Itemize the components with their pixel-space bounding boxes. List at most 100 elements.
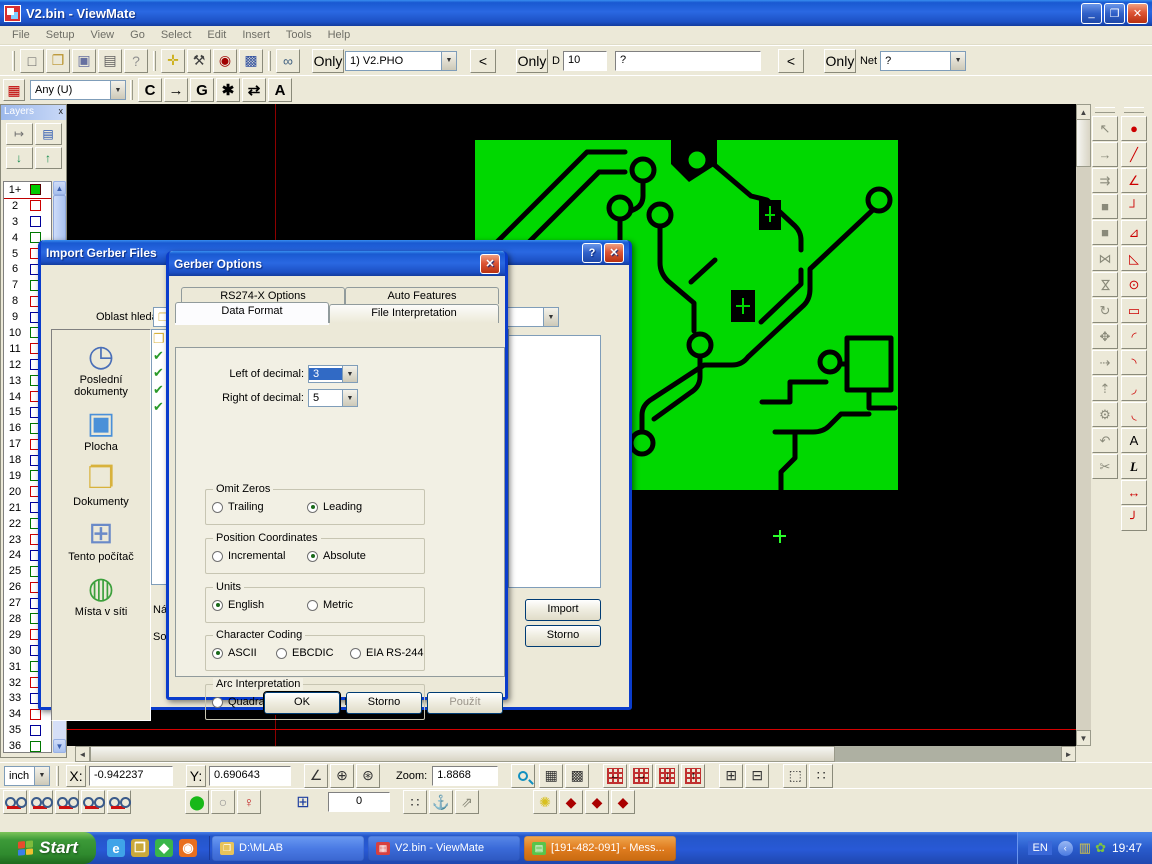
aperture-text-btn[interactable]: A [268, 78, 292, 102]
place-network[interactable]: ◍Místa v síti [53, 572, 149, 618]
rotate-icon[interactable]: ↻ [1092, 298, 1118, 323]
component-btn[interactable]: C [138, 78, 162, 102]
tab-file-interpretation[interactable]: File Interpretation [329, 304, 499, 323]
gerber-btn[interactable]: G [190, 78, 214, 102]
radio-incremental[interactable]: Incremental [212, 550, 307, 562]
layers-panel-titlebar[interactable]: Layers x [1, 105, 66, 120]
chevron-down-icon[interactable]: ▼ [34, 767, 49, 785]
close-button[interactable]: ✕ [480, 254, 500, 274]
previous-dcode-button[interactable]: < [470, 49, 496, 73]
pan-grid-down-icon[interactable]: ↓ [655, 764, 679, 788]
text-tool-icon[interactable]: A [1121, 428, 1147, 453]
tools-icon[interactable]: ⚒ [187, 49, 211, 73]
ok-button[interactable]: OK [264, 692, 340, 714]
radio-metric[interactable]: Metric [307, 599, 402, 611]
select-pointer-icon[interactable]: ↖ [1092, 116, 1118, 141]
view-dcodes-btn[interactable] [3, 790, 27, 814]
star-btn[interactable]: ✱ [216, 78, 240, 102]
label-tool-icon[interactable]: L [1121, 454, 1147, 479]
chevron-down-icon[interactable]: ▼ [950, 52, 965, 70]
preview-list[interactable] [508, 335, 601, 588]
layer-swatch[interactable] [30, 216, 41, 227]
layer-swatch[interactable] [30, 200, 41, 211]
grid-window-icon[interactable]: ⊞ [719, 764, 743, 788]
grid-dots-icon[interactable]: ∷ [403, 790, 427, 814]
menu-file[interactable]: File [4, 27, 38, 43]
menu-help[interactable]: Help [320, 27, 359, 43]
quick-help-icon[interactable]: ◆ [155, 839, 173, 857]
pan-grid-right-icon[interactable]: → [629, 764, 653, 788]
settings-gear-icon[interactable]: ⚙ [1092, 402, 1118, 427]
swap-btn[interactable]: ⇄ [242, 78, 266, 102]
print-icon[interactable]: ▤ [98, 49, 122, 73]
mirror-x-icon[interactable]: ⋈ [1092, 246, 1118, 271]
flash-burst-icon[interactable]: ✺ [533, 790, 557, 814]
menu-edit[interactable]: Edit [199, 27, 234, 43]
horizontal-scrollbar[interactable]: ◄ ► [75, 746, 1076, 762]
storno-button[interactable]: Storno [525, 625, 601, 647]
select-area-icon[interactable]: ⬚ [783, 764, 807, 788]
fill-square-alt-icon[interactable]: ■ [1092, 220, 1118, 245]
firefox-icon[interactable]: ◉ [179, 839, 197, 857]
close-icon[interactable]: x [59, 106, 64, 119]
layer-colors-icon[interactable]: ▩ [239, 49, 263, 73]
minimize-button[interactable]: _ [1081, 3, 1102, 24]
draw-corner-icon[interactable]: ┘ [1121, 194, 1147, 219]
chevron-down-icon[interactable]: ▼ [441, 52, 456, 70]
scroll-left-icon[interactable]: ◄ [75, 746, 90, 762]
probe-pin-icon[interactable]: ♀ [237, 790, 261, 814]
quick-folder-icon[interactable]: ❐ [131, 839, 149, 857]
grid-overview-icon[interactable]: ▦ [539, 764, 563, 788]
task-viewmate[interactable]: ▦V2.bin - ViewMate [368, 836, 520, 861]
step-repeat-icon[interactable]: ⇡ [1092, 376, 1118, 401]
move-layer-up-btn[interactable]: ↑ [35, 147, 62, 169]
place-computer[interactable]: ⊞Tento počítač [53, 517, 149, 563]
place-desktop[interactable]: ▣Plocha [53, 407, 149, 453]
flash-locate-icon[interactable]: ✛ [161, 49, 185, 73]
menu-select[interactable]: Select [153, 27, 200, 43]
apply-button[interactable]: Použít [427, 692, 503, 714]
pad-diamond-icon[interactable]: ◆ [559, 790, 583, 814]
tab-auto-features[interactable]: Auto Features [345, 287, 499, 304]
goto-arrow-btn[interactable]: → [164, 78, 188, 102]
palette-grip[interactable] [1124, 107, 1144, 113]
dcode-input[interactable]: 10 [563, 51, 607, 71]
aperture-grid-icon[interactable]: ▦ [3, 79, 25, 101]
draw-circle-icon[interactable]: ⊙ [1121, 272, 1147, 297]
scroll-up-icon[interactable]: ▲ [53, 181, 66, 195]
draw-arc-se-icon[interactable]: ◞ [1121, 376, 1147, 401]
scroll-right-icon[interactable]: ► [1061, 746, 1076, 762]
x-coordinate-button[interactable]: X: [66, 765, 86, 787]
context-help-icon[interactable]: ? [124, 49, 148, 73]
layer-swatch[interactable] [30, 184, 41, 195]
menu-insert[interactable]: Insert [234, 27, 278, 43]
layer-row-1[interactable]: 1+ [4, 182, 51, 198]
layer-row-35[interactable]: 35 [4, 722, 51, 738]
chevron-down-icon[interactable]: ▼ [110, 81, 125, 99]
vertical-scrollbar[interactable]: ▲ ▼ [1076, 104, 1091, 746]
save-icon[interactable]: ▣ [72, 49, 96, 73]
net-combo[interactable]: ? ▼ [880, 51, 966, 71]
import-button[interactable]: Import [525, 599, 601, 621]
draw-arc-nw-icon[interactable]: ◜ [1121, 324, 1147, 349]
menu-go[interactable]: Go [122, 27, 153, 43]
chevron-down-icon[interactable]: ▼ [342, 366, 357, 382]
storno-button[interactable]: Storno [346, 692, 422, 714]
place-documents[interactable]: ❐Dokumenty [53, 462, 149, 508]
window-grid-icon[interactable]: ⊞ [291, 790, 315, 814]
vector-snap-icon[interactable]: ⇗ [455, 790, 479, 814]
y-coordinate-button[interactable]: Y: [186, 765, 206, 787]
copy-item-icon[interactable]: ⇉ [1092, 168, 1118, 193]
layer-row-3[interactable]: 3 [4, 214, 51, 230]
view-board-btn[interactable] [107, 790, 131, 814]
measure-glasses-icon[interactable]: ∞ [276, 49, 300, 73]
aperture-filter-combo[interactable]: Any (U) ▼ [30, 80, 126, 100]
pad-diamond-copy-icon[interactable]: ◆ [611, 790, 635, 814]
draw-line-icon[interactable]: ╱ [1121, 142, 1147, 167]
grid-select-icon[interactable]: ⊟ [745, 764, 769, 788]
radio-leading[interactable]: Leading [307, 501, 402, 513]
draw-arc-sw-icon[interactable]: ◟ [1121, 402, 1147, 427]
pan-grid-up-icon[interactable]: ↑ [681, 764, 705, 788]
draw-fan-icon[interactable]: ⊿ [1121, 220, 1147, 245]
zoom-tool-icon[interactable] [511, 764, 535, 788]
